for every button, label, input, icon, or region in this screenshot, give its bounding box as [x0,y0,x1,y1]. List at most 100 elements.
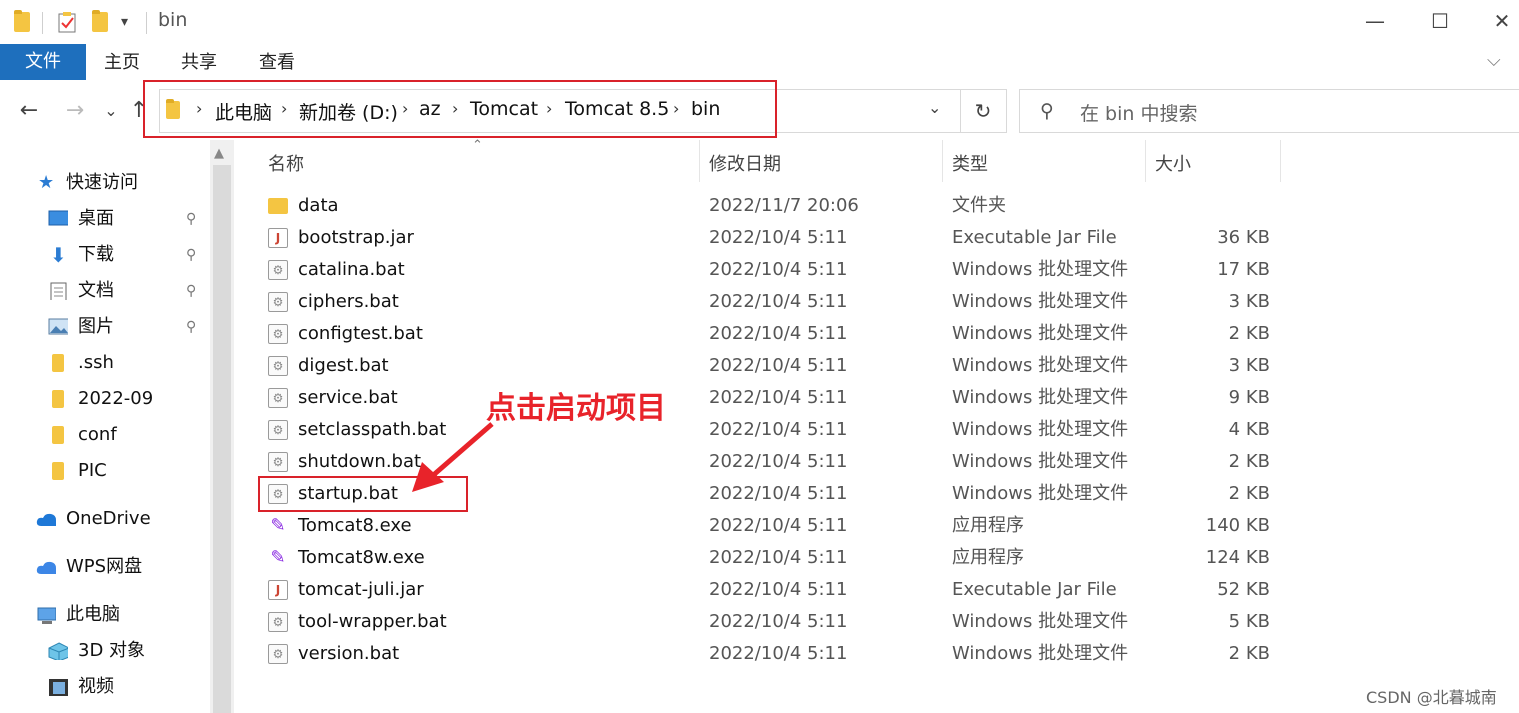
file-row[interactable]: ✎ Tomcat8w.exe 2022/10/4 5:11 应用程序 124 KB [250,542,1290,574]
refresh-button[interactable]: ↻ [960,89,1007,133]
file-row[interactable]: ⚙ catalina.bat 2022/10/4 5:11 Windows 批处理文件… [250,254,1290,286]
file-type: Windows 批处理文件 [952,483,1129,504]
file-row[interactable]: ⚙ digest.bat 2022/10/4 5:11 Windows 批处理文件 3 … [250,350,1290,382]
column-divider[interactable] [942,140,943,182]
sidebar-item-label: .ssh [78,352,114,373]
quick-access-dropdown-icon[interactable]: ▾ [121,14,128,30]
pin-icon[interactable]: ⚲ [186,204,196,234]
sidebar-item-label: 桌面 [78,208,114,229]
minimize-button[interactable]: — [1355,6,1395,36]
file-row[interactable]: Jtomcat-juli.jar 2022/10/4 5:11 Executable… [250,574,1290,606]
sidebar-item-label: 视频 [78,676,114,697]
batch-icon: ⚙ [268,292,288,312]
folder-icon [268,198,288,214]
sidebar-item-videos[interactable]: 视频 [48,672,208,702]
file-date: 2022/11/7 20:06 [709,195,859,216]
file-type: Executable Jar File [952,227,1117,248]
address-dropdown-icon[interactable]: ⌄ [928,98,941,117]
new-folder-icon[interactable] [92,10,110,34]
sidebar-item-label: 图片 [78,316,114,337]
tab-share[interactable]: 共享 [181,44,217,80]
pin-icon[interactable]: ⚲ [186,276,196,306]
file-type: 文件夹 [952,195,1006,216]
sidebar-item-pic[interactable]: PIC [48,456,208,486]
sidebar-item-desktop[interactable]: 桌面 ⚲ [48,204,208,234]
file-size: 5 KB [1228,611,1270,632]
file-row[interactable]: ⚙ ciphers.bat 2022/10/4 5:11 Windows 批处理文件 3… [250,286,1290,318]
column-header-date[interactable]: 修改日期 [709,150,781,176]
sidebar-item-2022-09[interactable]: 2022-09 [48,384,208,414]
window-title: bin [158,9,188,31]
file-name: digest.bat [298,355,389,376]
batch-icon: ⚙ [268,644,288,664]
file-size: 2 KB [1228,323,1270,344]
sidebar-item-wps[interactable]: WPS网盘 [36,552,208,582]
sidebar-item-quick-access[interactable]: ★ 快速访问 [38,168,208,198]
column-divider[interactable] [1145,140,1146,182]
column-divider[interactable] [699,140,700,182]
column-divider[interactable] [1280,140,1281,182]
file-row[interactable]: Jbootstrap.jar 2022/10/4 5:11 Executable J… [250,222,1290,254]
back-button[interactable]: ← [14,96,44,126]
file-name: Tomcat8w.exe [298,547,425,568]
file-name: data [298,195,339,216]
file-name: bootstrap.jar [298,227,414,248]
file-date: 2022/10/4 5:11 [709,547,848,568]
file-size: 2 KB [1228,483,1270,504]
maximize-button[interactable]: ☐ [1420,6,1460,36]
column-header-size[interactable]: 大小 [1155,150,1191,176]
tab-view[interactable]: 查看 [259,44,295,80]
folder-icon [52,354,64,372]
sidebar-item-label: conf [78,424,117,445]
forward-button[interactable]: → [60,96,90,126]
file-row[interactable]: ✎ Tomcat8.exe 2022/10/4 5:11 应用程序 140 KB [250,510,1290,542]
file-row[interactable]: data 2022/11/7 20:06 文件夹 [250,190,1290,222]
sidebar-item-ssh[interactable]: .ssh [48,348,208,378]
file-date: 2022/10/4 5:11 [709,387,848,408]
picture-icon [48,318,68,335]
sidebar-item-label: WPS网盘 [66,556,143,577]
cube-icon [48,642,68,660]
file-size: 52 KB [1217,579,1270,600]
file-date: 2022/10/4 5:11 [709,419,848,440]
recent-locations-button[interactable]: ⌄ [96,96,126,126]
sidebar-item-onedrive[interactable]: OneDrive [36,504,208,534]
sidebar-item-pictures[interactable]: 图片 ⚲ [48,312,208,342]
download-icon: ⬇ [50,243,67,267]
pin-icon[interactable]: ⚲ [186,240,196,270]
close-button[interactable]: ✕ [1485,6,1519,36]
batch-icon: ⚙ [268,612,288,632]
column-header-name[interactable]: 名称 [268,150,304,176]
tab-home[interactable]: 主页 [104,44,140,80]
sidebar-scroll-thumb[interactable] [213,165,231,713]
file-date: 2022/10/4 5:11 [709,355,848,376]
sidebar-item-this-pc[interactable]: 此电脑 [36,600,208,630]
file-name: configtest.bat [298,323,423,344]
sidebar-item-downloads[interactable]: ⬇ 下载 ⚲ [48,240,208,270]
file-date: 2022/10/4 5:11 [709,483,848,504]
cloud-icon [36,513,56,526]
sidebar-item-label: 文档 [78,280,114,301]
sidebar-item-3d-objects[interactable]: 3D 对象 [48,636,208,666]
scroll-up-icon[interactable]: ▲ [214,146,224,161]
file-type: Windows 批处理文件 [952,643,1129,664]
ribbon-expand-icon[interactable]: ⌵ [1487,50,1501,71]
sidebar-item-documents[interactable]: 文档 ⚲ [48,276,208,306]
folder-icon [52,390,64,408]
properties-icon[interactable] [58,12,76,34]
file-row[interactable]: ⚙ configtest.bat 2022/10/4 5:11 Windows 批处理… [250,318,1290,350]
file-row[interactable]: ⚙ version.bat 2022/10/4 5:11 Windows 批处理文件 2… [250,638,1290,670]
file-size: 140 KB [1205,515,1270,536]
pin-icon[interactable]: ⚲ [186,312,196,342]
search-placeholder: 在 bin 中搜索 [1080,103,1198,125]
sidebar-item-label: OneDrive [66,508,151,529]
batch-icon: ⚙ [268,260,288,280]
sidebar-item-conf[interactable]: conf [48,420,208,450]
sidebar-item-label: 3D 对象 [78,640,146,661]
file-date: 2022/10/4 5:11 [709,611,848,632]
column-header-type[interactable]: 类型 [952,150,988,176]
tab-file[interactable]: 文件 [0,44,86,80]
file-row[interactable]: ⚙ tool-wrapper.bat 2022/10/4 5:11 Windows 批… [250,606,1290,638]
file-type: Windows 批处理文件 [952,291,1129,312]
folder-icon[interactable] [14,10,32,34]
